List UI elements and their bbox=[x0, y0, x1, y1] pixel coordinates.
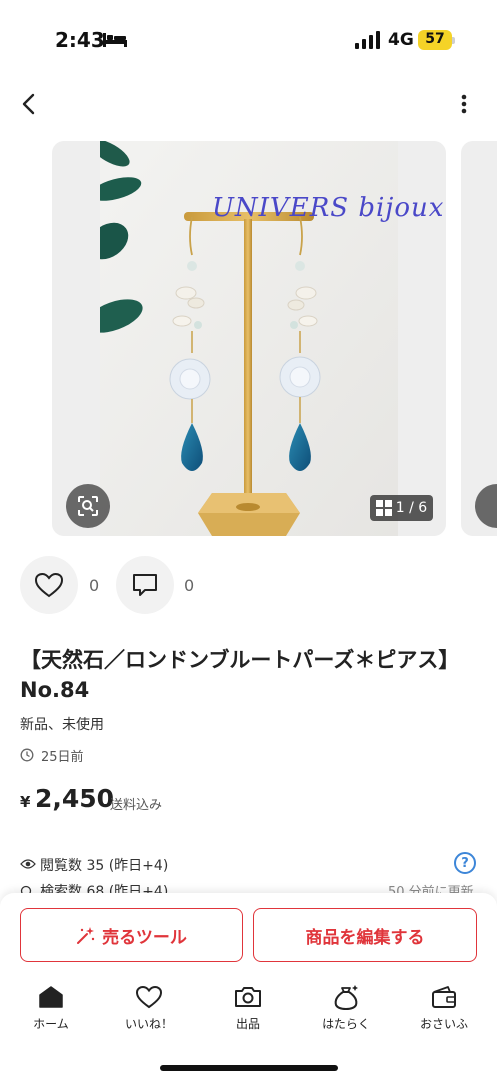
comment-button[interactable] bbox=[116, 556, 174, 614]
heart-icon bbox=[34, 572, 64, 598]
tab-work-label: はたらく bbox=[322, 1017, 370, 1031]
sell-tool-button[interactable]: 売るツール bbox=[20, 908, 243, 962]
home-indicator bbox=[160, 1065, 338, 1071]
edit-item-button[interactable]: 商品を編集する bbox=[253, 908, 477, 962]
more-options-button[interactable] bbox=[450, 88, 478, 120]
photo-gallery[interactable]: UNIVERS bijoux 1 / 6 bbox=[0, 141, 497, 536]
sell-tool-label: 売るツール bbox=[102, 927, 187, 948]
status-time: 2:43 bbox=[55, 28, 105, 52]
tab-likes[interactable]: いいね！ bbox=[109, 983, 189, 1033]
chevron-left-icon bbox=[22, 93, 35, 115]
edit-item-label: 商品を編集する bbox=[305, 927, 425, 948]
battery-level: 57 bbox=[425, 31, 445, 47]
tab-wallet[interactable]: おさいふ bbox=[404, 983, 484, 1033]
photo-frame[interactable]: UNIVERS bijoux bbox=[52, 141, 446, 536]
views-stat: 閲覧数 35 (昨日+4) bbox=[40, 858, 169, 874]
image-search-icon bbox=[78, 496, 98, 516]
comment-icon bbox=[133, 574, 157, 596]
watermark-text: UNIVERS bijoux bbox=[212, 193, 445, 223]
tab-home[interactable]: ホーム bbox=[11, 983, 91, 1033]
shipping-note: 送料込み bbox=[110, 798, 163, 813]
clock-icon bbox=[20, 748, 34, 762]
help-icon[interactable]: ? bbox=[454, 852, 476, 874]
price-value: 2,450 bbox=[35, 784, 115, 813]
status-bar: 2:43 4G 57 bbox=[0, 0, 497, 80]
camera-icon bbox=[233, 983, 263, 1011]
help-icon-glyph: ? bbox=[461, 855, 469, 871]
comment-count: 0 bbox=[184, 576, 195, 595]
tab-home-label: ホーム bbox=[33, 1017, 69, 1031]
heart-icon bbox=[134, 983, 164, 1011]
tab-sell[interactable]: 出品 bbox=[208, 983, 288, 1033]
price-currency: ¥ bbox=[20, 793, 31, 811]
eye-icon bbox=[20, 859, 36, 869]
bottom-action-panel: 売るツール 商品を編集する ホーム いいね！ 出品 はたらく おさいふ bbox=[0, 893, 497, 1080]
tab-bar: ホーム いいね！ 出品 はたらく おさいふ bbox=[0, 983, 497, 1033]
image-search-button[interactable] bbox=[66, 484, 110, 528]
photo-counter-text: 1 / 6 bbox=[395, 500, 428, 516]
money-bag-icon bbox=[331, 983, 361, 1011]
tab-work[interactable]: はたらく bbox=[306, 983, 386, 1033]
tab-wallet-label: おさいふ bbox=[419, 1017, 468, 1031]
item-condition: 新品、未使用 bbox=[20, 717, 104, 733]
next-photo-preview[interactable] bbox=[461, 141, 497, 536]
grid-icon bbox=[375, 500, 392, 516]
tab-likes-label: いいね！ bbox=[124, 1017, 173, 1031]
back-button[interactable] bbox=[12, 88, 44, 120]
like-button[interactable] bbox=[20, 556, 78, 614]
photo-counter[interactable]: 1 / 6 bbox=[370, 495, 433, 521]
item-title: 【天然石／ロンドンブルートパーズ＊ピアス】No.84 bbox=[20, 648, 460, 702]
signal-icon bbox=[355, 31, 380, 49]
bed-icon bbox=[103, 33, 127, 47]
posted-time: 25日前 bbox=[41, 750, 84, 765]
home-icon bbox=[36, 983, 66, 1011]
tab-sell-label: 出品 bbox=[235, 1017, 260, 1031]
wallet-icon bbox=[429, 983, 459, 1011]
more-vertical-icon bbox=[461, 94, 467, 114]
like-count: 0 bbox=[89, 576, 100, 595]
battery-tip bbox=[452, 37, 455, 44]
magic-wand-icon bbox=[77, 927, 95, 944]
network-label: 4G bbox=[388, 30, 414, 50]
